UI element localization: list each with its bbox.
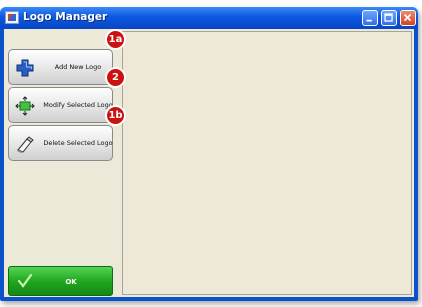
- ok-button[interactable]: OK: [8, 266, 113, 296]
- delete-selected-logo-label: Delete Selected Logo: [43, 139, 113, 147]
- checkmark-icon: [17, 273, 33, 288]
- logo-manager-window: Logo Manager Add New Logo Modify Selecte…: [0, 7, 418, 301]
- title-bar[interactable]: Logo Manager: [0, 7, 418, 29]
- close-icon: [403, 13, 412, 22]
- modify-selected-logo-button[interactable]: Modify Selected Logo: [8, 87, 113, 123]
- modify-selected-logo-label: Modify Selected Logo: [43, 101, 113, 109]
- ok-label: OK: [65, 278, 77, 286]
- eraser-icon: [17, 136, 34, 153]
- action-sidebar: Add New Logo Modify Selected Logo Delete…: [4, 29, 120, 297]
- callout-badge-1a: 1a: [105, 29, 126, 50]
- delete-selected-logo-button[interactable]: Delete Selected Logo: [8, 125, 113, 161]
- green-resize-icon: [15, 96, 35, 116]
- add-new-logo-label: Add New Logo: [54, 63, 102, 71]
- callout-badge-2: 2: [105, 67, 126, 88]
- blue-plus-icon: [16, 59, 34, 77]
- maximize-icon: [384, 13, 393, 22]
- minimize-icon: [366, 19, 372, 22]
- maximize-button[interactable]: [381, 10, 397, 26]
- minimize-button[interactable]: [362, 10, 378, 26]
- window-client-area: Add New Logo Modify Selected Logo Delete…: [4, 29, 414, 297]
- close-button[interactable]: [400, 10, 416, 26]
- callout-badge-1b: 1b: [105, 105, 126, 126]
- logo-preview-area[interactable]: [122, 31, 412, 295]
- add-new-logo-button[interactable]: Add New Logo: [8, 49, 113, 85]
- window-title: Logo Manager: [23, 11, 108, 23]
- app-icon: [5, 11, 19, 24]
